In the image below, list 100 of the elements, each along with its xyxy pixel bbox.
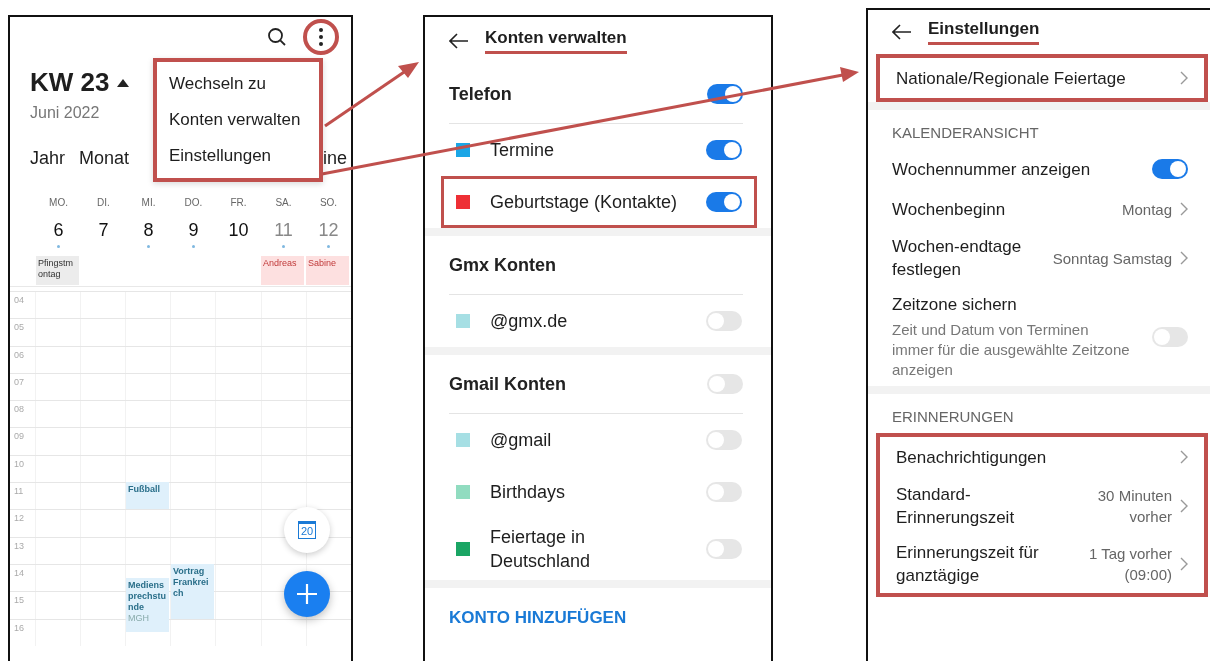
event-title: Vortrag Frankreich (173, 566, 210, 599)
setting-value: 30 Minuten vorher (1096, 486, 1172, 527)
account-label: Feiertage in Deutschland (490, 526, 592, 573)
settings-row[interactable]: Benachrichtigungen (880, 437, 1204, 477)
hour-label: 14 (13, 566, 25, 580)
setting-label: Wochennummer anzeigen (892, 158, 1092, 181)
chevron-icon (1180, 499, 1188, 513)
group-heading: Telefon (449, 83, 512, 105)
more-icon[interactable] (318, 27, 324, 47)
account-label: @gmail (490, 429, 553, 452)
section-heading: KALENDERANSICHT (891, 123, 1040, 143)
chevron-icon (1180, 202, 1188, 216)
account-row[interactable]: @gmail (441, 414, 757, 466)
toggle-switch[interactable] (706, 539, 742, 559)
screen-title: Einstellungen (928, 19, 1040, 45)
event-title: Fußball (128, 484, 161, 496)
hour-label: 09 (13, 430, 25, 444)
event-block[interactable]: Vortrag Frankreich (171, 564, 214, 619)
account-label: @gmx.de (490, 310, 569, 333)
account-row[interactable]: @gmx.de (441, 295, 757, 347)
toggle-switch[interactable] (706, 140, 742, 160)
toggle-switch[interactable] (1152, 326, 1188, 347)
account-label: Birthdays (490, 481, 567, 504)
toggle-switch[interactable] (706, 192, 742, 212)
settings-row[interactable]: Wochennummer anzeigen (868, 149, 1210, 189)
account-row[interactable]: Birthdays (441, 466, 757, 518)
today-button[interactable]: 20 (284, 507, 330, 553)
view-tab[interactable]: Jahr (30, 148, 65, 169)
account-row[interactable]: Feiertage in Deutschland (441, 518, 757, 580)
day-number[interactable]: 6 (53, 220, 64, 241)
section-heading: ERINNERUNGEN (891, 407, 1015, 427)
day-number[interactable]: 11 (274, 220, 293, 241)
toggle-switch[interactable] (707, 374, 743, 394)
setting-label: Standard-Erinnerungszeit (896, 484, 1016, 529)
account-row[interactable]: Termine (441, 124, 757, 176)
hour-label: 08 (13, 403, 25, 417)
chevron-icon (1180, 450, 1188, 464)
chevron-icon (1180, 557, 1188, 571)
setting-label: Benachrichtigungen (896, 446, 1048, 469)
day-number[interactable]: 8 (143, 220, 154, 241)
hour-label: 16 (13, 621, 25, 635)
weekday-label: MI. (141, 197, 156, 208)
search-icon[interactable] (267, 27, 287, 47)
settings-row[interactable]: Nationale/Regionale Feiertage (880, 58, 1204, 98)
hour-label: 11 (13, 485, 25, 499)
screen-title: Konten verwalten (485, 28, 627, 54)
setting-value: 1 Tag vorher (09:00) (1087, 544, 1172, 585)
weekday-label: FR. (230, 197, 247, 208)
day-number[interactable]: 9 (188, 220, 199, 241)
event-block[interactable]: Mediensprechstunde MGH (126, 577, 169, 633)
toggle-switch[interactable] (706, 311, 742, 331)
toggle-switch[interactable] (706, 430, 742, 450)
hour-label: 15 (13, 594, 25, 608)
settings-row[interactable]: Standard-Erinnerungszeit 30 Minuten vorher (880, 477, 1204, 535)
hour-label: 12 (13, 512, 25, 526)
hour-label: 10 (13, 457, 25, 471)
caret-icon[interactable] (117, 78, 130, 87)
chevron-icon (1180, 71, 1188, 85)
back-arrow-icon[interactable] (449, 33, 469, 49)
week-label[interactable]: KW 23 (30, 67, 110, 98)
event-title: Mediensprechstunde (128, 579, 167, 613)
hour-label: 07 (13, 375, 25, 389)
group-heading: Gmail Konten (449, 373, 566, 395)
account-label: Termine (490, 139, 556, 162)
all-day-event[interactable]: Andreas (261, 256, 304, 285)
day-number[interactable]: 7 (98, 220, 109, 241)
day-number[interactable]: 10 (228, 220, 249, 241)
group-heading: Gmx Konten (449, 254, 556, 276)
toggle-switch[interactable] (1152, 159, 1188, 179)
hour-label: 05 (13, 321, 25, 335)
event-block[interactable]: Fußball (126, 482, 169, 510)
settings-row[interactable]: Wochenbeginn Montag (868, 189, 1210, 229)
add-account-link[interactable]: KONTO HINZUFÜGEN (449, 608, 627, 627)
view-tab[interactable]: ine (322, 148, 347, 169)
account-label: Geburtstage (Kontakte) (490, 191, 679, 214)
weekday-label: SO. (319, 197, 338, 208)
toggle-switch[interactable] (706, 482, 742, 502)
plus-icon (296, 583, 318, 605)
settings-row[interactable]: Wochen-endtage festlegen Sonntag Samstag (868, 229, 1210, 287)
back-arrow-icon[interactable] (892, 24, 912, 40)
all-day-event[interactable]: Sabine (306, 256, 349, 285)
add-button[interactable] (284, 571, 330, 617)
settings-row[interactable]: Zeitzone sichern Zeit und Datum von Terminen immer für die ausgewählte Zeitzone anzeigen (868, 287, 1210, 386)
setting-value: Montag (1121, 199, 1172, 220)
setting-label: Wochenbeginn (892, 198, 1007, 221)
day-number[interactable]: 12 (318, 220, 339, 241)
all-day-event[interactable]: Pfingstmontag (36, 256, 79, 285)
menu-item[interactable]: Einstellungen (157, 138, 319, 174)
chevron-icon (1180, 251, 1188, 265)
weekday-label: SA. (275, 197, 292, 208)
settings-row[interactable]: Erinnerungszeit für ganztägige 1 Tag vorher (09:00) (880, 535, 1204, 593)
menu-item[interactable]: Wechseln zu (157, 66, 319, 102)
view-tab[interactable]: Monat (79, 148, 130, 169)
weekday-label: DO. (184, 197, 203, 208)
setting-label: Wochen-endtage festlegen (892, 236, 1023, 281)
setting-label: Nationale/Regionale Feiertage (896, 67, 1127, 90)
account-row[interactable]: Geburtstage (Kontakte) (441, 176, 757, 228)
menu-item[interactable]: Konten verwalten (157, 102, 319, 138)
hour-label: 13 (13, 539, 25, 553)
setting-description: Zeit und Datum von Terminen immer für die ausgewählte Zeitzone anzeigen (892, 320, 1131, 380)
